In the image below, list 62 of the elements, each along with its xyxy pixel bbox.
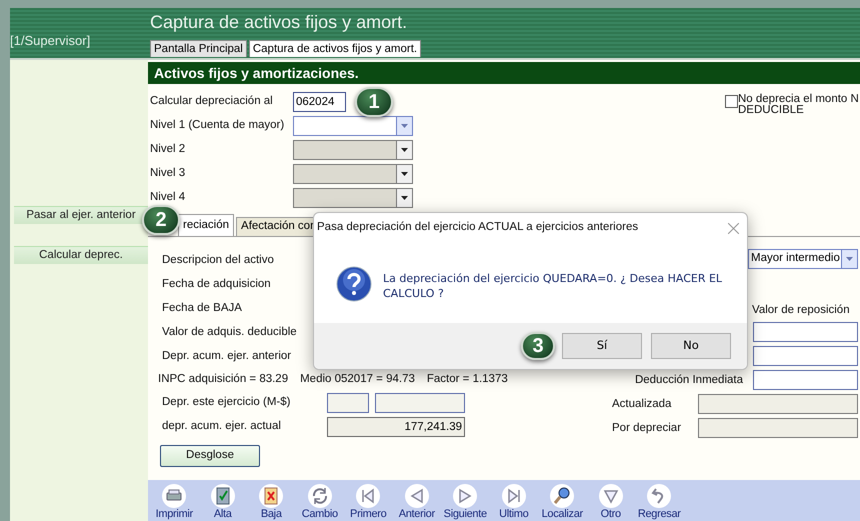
info-text: Factor = 1.1373 <box>426 372 508 388</box>
field-label: Fecha de adquisicion <box>162 277 271 292</box>
field-label: Valor de adquis. deducible <box>162 325 297 340</box>
info-text: Medio 052017 = 94.73 <box>300 372 415 388</box>
caret-icon <box>846 257 853 261</box>
close-button[interactable] <box>728 222 739 234</box>
toolbar-button[interactable]: Anterior <box>392 484 441 521</box>
input-field[interactable] <box>753 346 858 366</box>
sidebar-button[interactable]: Pasar al ejer. anterior <box>14 206 148 224</box>
toolbar-button[interactable]: Otro <box>586 484 635 521</box>
toolbar-button[interactable]: Alta <box>198 484 247 521</box>
date-field[interactable]: 062024 <box>293 92 346 112</box>
user-label: [1/Supervisor] <box>10 32 92 50</box>
window-title: Captura de activos fijos y amort. <box>150 11 408 33</box>
toolbar-button[interactable]: Localizar <box>538 484 586 521</box>
field-label: Nivel 3 <box>150 166 186 182</box>
field-label: Nivel 2 <box>150 142 186 158</box>
field-label: depr. acum. ejer. actual <box>162 419 282 434</box>
caret-icon <box>401 124 408 128</box>
input-field[interactable] <box>753 370 858 390</box>
tab[interactable]: reciación <box>178 214 234 236</box>
field-label: Nivel 4 <box>150 190 186 206</box>
dropdown-field[interactable] <box>293 116 413 136</box>
toolbar-button[interactable]: Ultimo <box>490 484 538 521</box>
tab[interactable]: Pantalla Principal <box>150 40 247 57</box>
dialog-button[interactable]: No <box>651 333 731 359</box>
field-label: Por depreciar <box>612 420 682 436</box>
caret-icon <box>401 172 408 176</box>
toolbar-button[interactable]: Regresar <box>635 484 684 521</box>
input-field[interactable] <box>753 322 858 342</box>
dialog-button[interactable]: Sí <box>562 333 642 359</box>
caret-icon <box>401 148 408 152</box>
tab[interactable]: Captura de activos fijos y amort. <box>248 40 422 57</box>
dropdown-field[interactable]: Mayor intermedio <box>748 249 858 269</box>
field-label: Fecha de BAJA <box>162 301 242 316</box>
column-heading: Valor de reposición <box>752 303 851 318</box>
value-field: 177,241.39 <box>327 417 465 437</box>
field-label: Depr. acum. ejer. anterior <box>162 349 292 364</box>
dialog-title: Pasa depreciación del ejercicio ACTUAL a ejercicios anteriores <box>317 220 638 236</box>
field-label: Descripcion del activo <box>162 253 274 268</box>
toolbar-button[interactable]: Primero <box>344 484 392 521</box>
checkbox[interactable] <box>725 95 738 108</box>
field-label: Calcular depreciación al <box>150 94 274 110</box>
desglose-button[interactable]: Desglose <box>160 445 260 467</box>
input-field[interactable] <box>327 393 369 413</box>
toolbar-button[interactable]: Baja <box>247 484 296 521</box>
field-label: Deducción Inmediata <box>634 372 743 388</box>
close-icon <box>728 222 739 234</box>
section-title: Activos fijos y amortizaciones. <box>148 62 860 84</box>
info-text: INPC adquisición = 83.29 <box>158 372 288 388</box>
sidebar-button[interactable]: Calcular deprec. <box>14 246 148 264</box>
dialog-message: La depreciación del ejercicio QUEDARA=0. ¿ Desea HACER EL CALCULO ? <box>383 271 724 301</box>
question-icon <box>336 266 372 302</box>
input-field[interactable] <box>375 393 465 413</box>
toolbar-button[interactable]: Siguiente <box>441 484 490 521</box>
field-label: Nivel 1 (Cuenta de mayor) <box>150 118 286 134</box>
field-label: Depr. este ejercicio (M-$) <box>162 395 292 410</box>
caret-icon <box>401 196 408 200</box>
field-label: Actualizada <box>612 396 672 412</box>
toolbar-button[interactable]: Cambio <box>296 484 344 521</box>
checkbox-label: No deprecia el monto N DEDUCIBLE <box>738 94 860 116</box>
toolbar-button[interactable]: Imprimir <box>150 484 198 521</box>
